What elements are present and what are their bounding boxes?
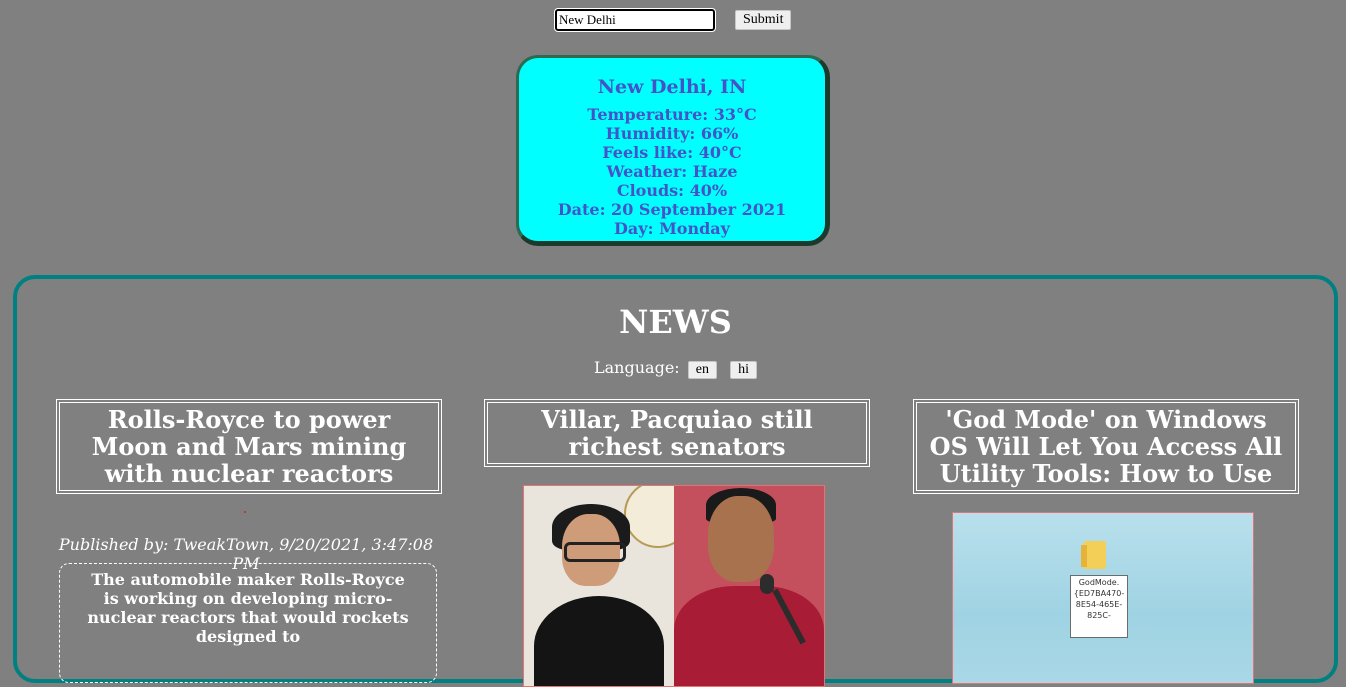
news-article-3[interactable]: 'God Mode' on Windows OS Will Let You Ac…	[913, 399, 1299, 684]
photo-person-right	[674, 486, 824, 686]
article-headline[interactable]: Villar, Pacquiao still richest senators	[484, 399, 870, 467]
news-article-1[interactable]: Rolls-Royce to power Moon and Mars minin…	[56, 399, 442, 683]
weather-clouds: Clouds: 40%	[616, 181, 728, 200]
language-button-hi[interactable]: hi	[730, 361, 757, 379]
glasses	[564, 542, 626, 562]
language-button-en[interactable]: en	[687, 361, 717, 379]
article-summary: The automobile maker Rolls-Royce is work…	[59, 563, 437, 683]
weather-temperature: Temperature: 33°C	[587, 105, 757, 124]
person-body	[534, 596, 664, 686]
submit-button[interactable]: Submit	[735, 10, 792, 30]
person-face	[708, 496, 774, 582]
weather-city: New Delhi, IN	[597, 76, 747, 98]
language-label: Language:	[594, 358, 680, 377]
news-title: NEWS	[619, 303, 732, 341]
news-panel: NEWS Language: en hi Rolls-Royce to powe…	[13, 275, 1338, 687]
folder-icon	[1081, 541, 1106, 569]
weather-condition: Weather: Haze	[606, 162, 738, 181]
article-headline[interactable]: Rolls-Royce to power Moon and Mars minin…	[56, 399, 442, 494]
article-image: GodMode.{ED7BA470-8E54-465E-825C-	[952, 512, 1254, 684]
search-bar: Submit	[554, 8, 792, 32]
broken-image-thumbnail	[244, 511, 246, 513]
weather-feels-like: Feels like: 40°C	[602, 143, 742, 162]
language-selector: Language: en hi	[17, 358, 1334, 379]
weather-date: Date: 20 September 2021	[557, 200, 787, 219]
news-article-2[interactable]: Villar, Pacquiao still richest senators	[484, 399, 870, 687]
microphone-icon	[760, 574, 774, 594]
weather-day: Day: Monday	[614, 219, 730, 238]
godmode-file-label: GodMode.{ED7BA470-8E54-465E-825C-	[1070, 575, 1128, 638]
weather-card: New Delhi, IN Temperature: 33°C Humidity…	[516, 55, 830, 246]
article-image	[523, 485, 825, 687]
article-headline[interactable]: 'God Mode' on Windows OS Will Let You Ac…	[913, 399, 1299, 494]
weather-humidity: Humidity: 66%	[605, 124, 739, 143]
city-input[interactable]	[554, 8, 716, 32]
photo-person-left	[524, 486, 692, 686]
weather-details: Temperature: 33°C Humidity: 66% Feels li…	[519, 105, 825, 238]
